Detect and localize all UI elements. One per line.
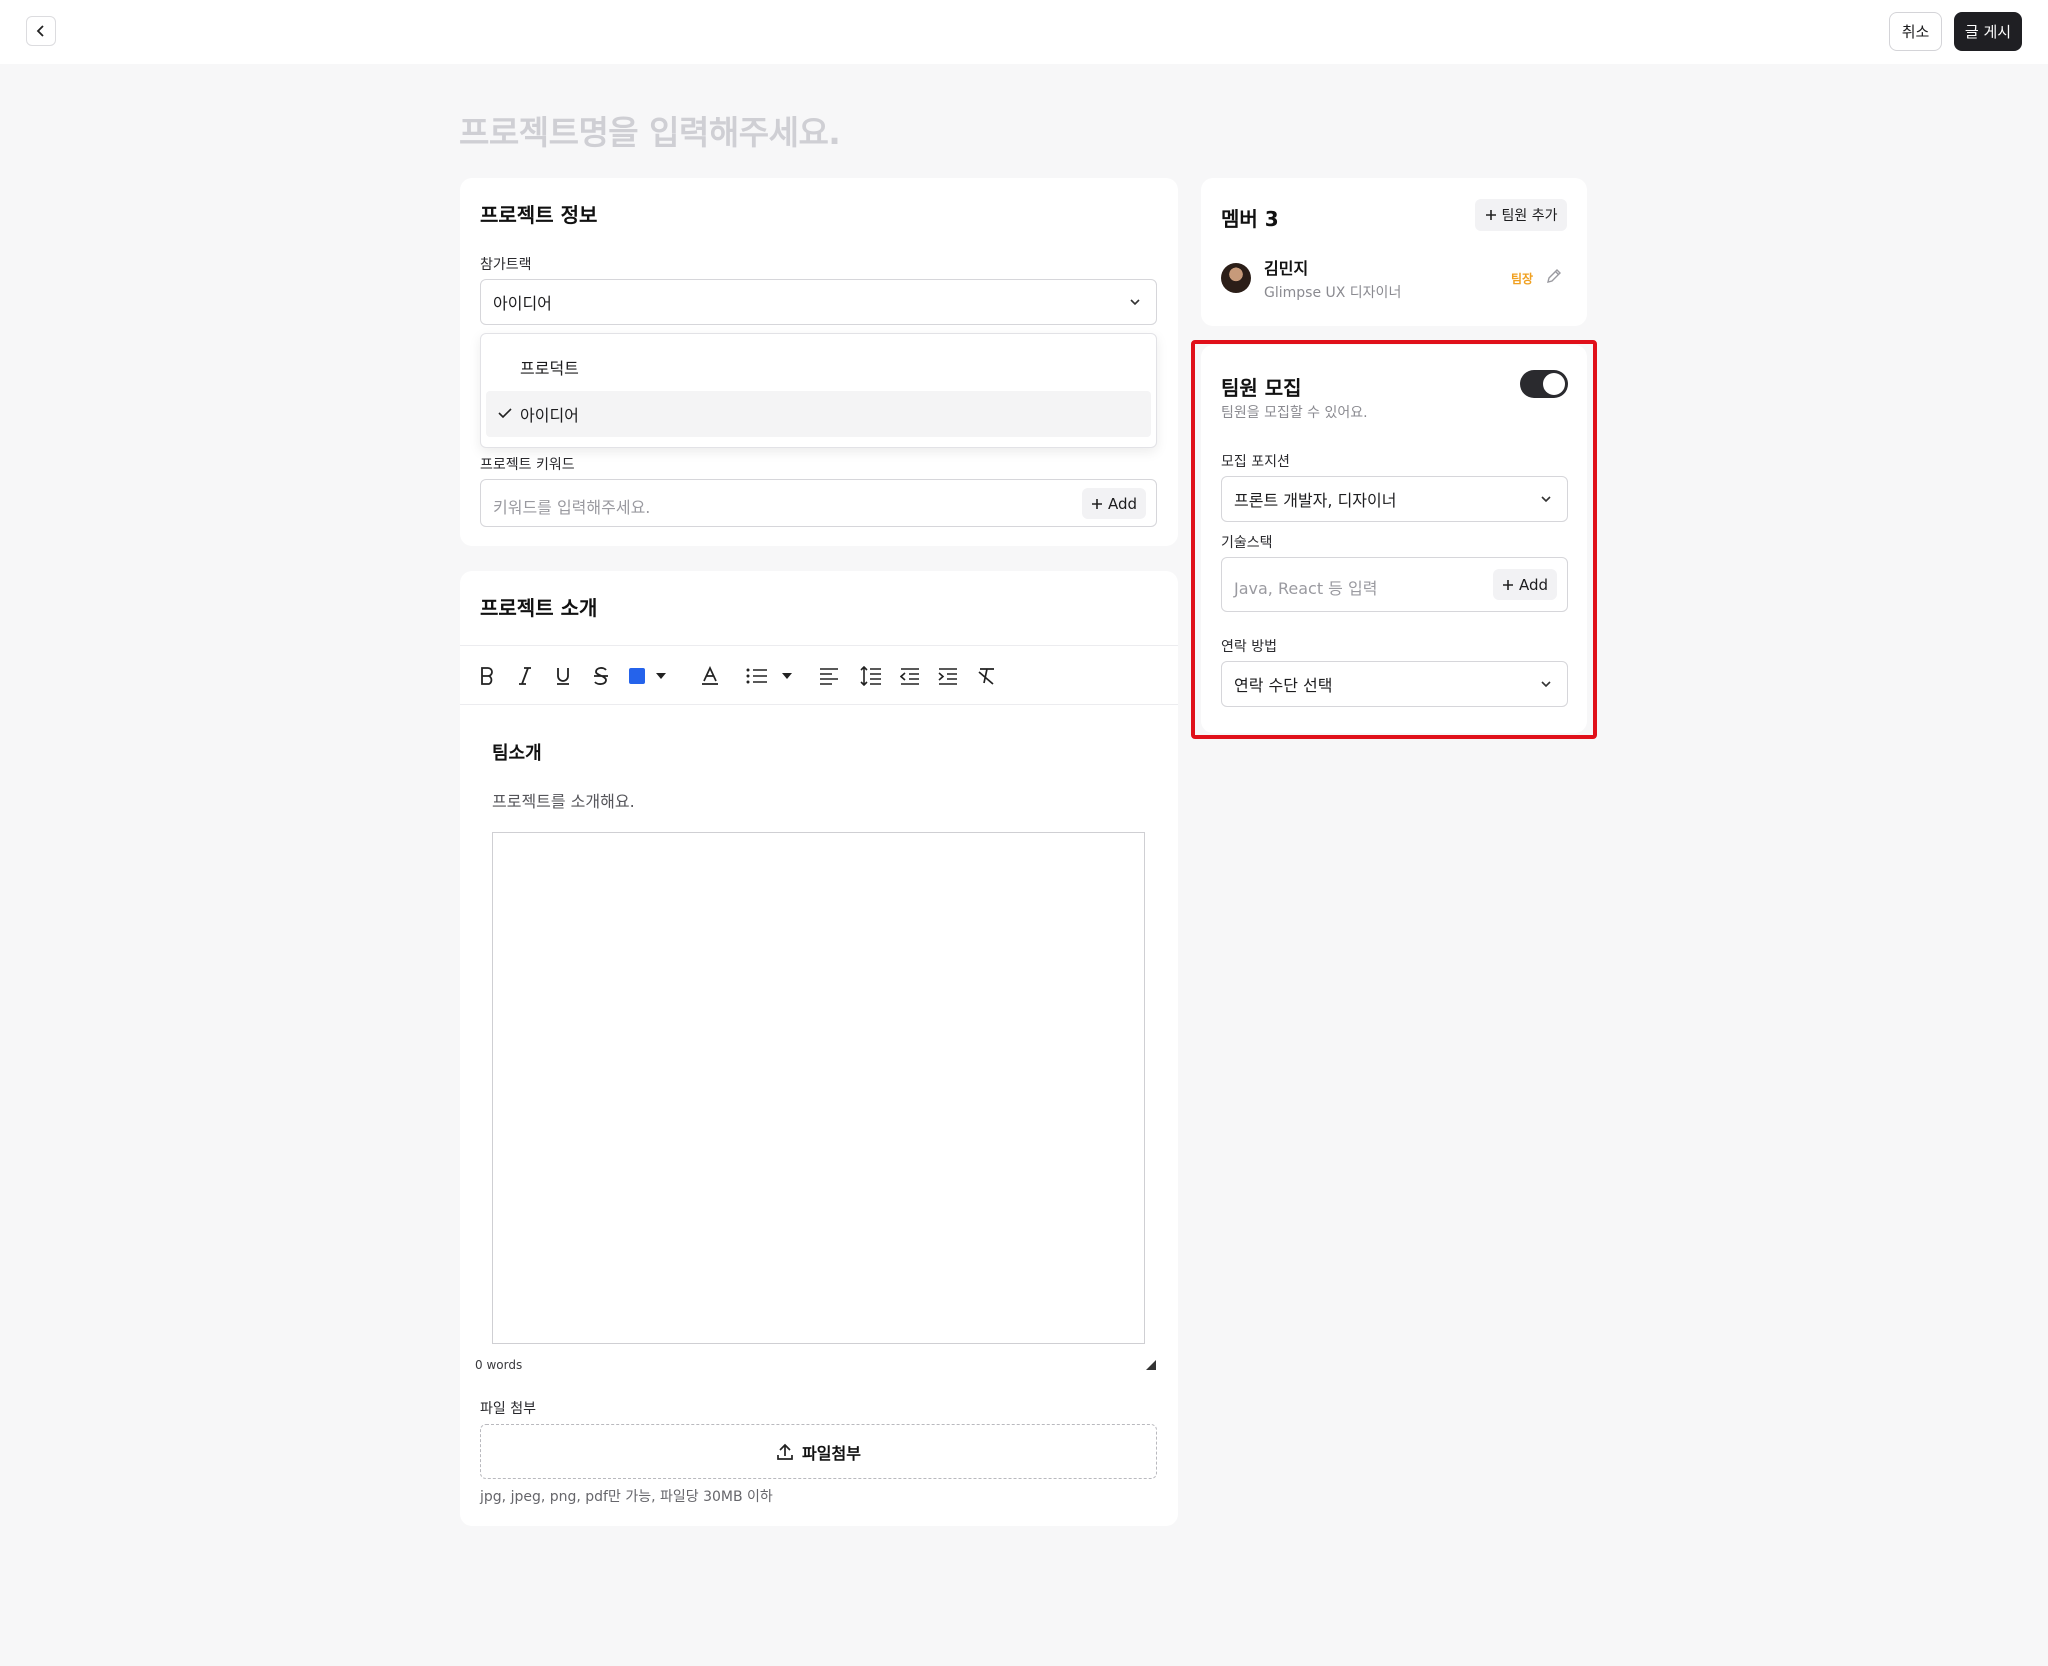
clear-format-button[interactable] [974, 663, 1000, 689]
outdent-button[interactable] [897, 663, 923, 689]
color-swatch-icon [629, 668, 645, 684]
members-title: 멤버 3 [1221, 207, 1279, 231]
italic-button[interactable] [512, 663, 538, 689]
editor-content-area[interactable] [492, 832, 1145, 1344]
align-button[interactable] [816, 663, 842, 689]
strikethrough-icon [594, 667, 608, 685]
edit-member-button[interactable] [1546, 268, 1562, 288]
bold-button[interactable] [474, 663, 500, 689]
keyword-add-button[interactable]: Add [1081, 488, 1146, 519]
file-attach-note: jpg, jpeg, png, pdf만 가능, 파일당 30MB 이하 [480, 1489, 773, 1505]
track-option-label: 아이디어 [520, 406, 579, 425]
word-count: 0 words [475, 1358, 523, 1372]
line-height-button[interactable] [858, 663, 884, 689]
editor-text: 프로젝트를 소개해요. [492, 792, 635, 811]
track-dropdown-menu: 프로덕트 아이디어 [480, 333, 1157, 448]
bullet-list-button[interactable] [744, 663, 770, 689]
align-left-icon [820, 668, 838, 685]
post-button[interactable]: 글 게시 [1954, 12, 2022, 51]
project-title-input[interactable]: 프로젝트명을 입력해주세요. [459, 106, 841, 154]
bullet-list-icon [746, 668, 767, 684]
cancel-button[interactable]: 취소 [1889, 12, 1942, 51]
editor-heading: 팀소개 [492, 743, 542, 764]
caret-down-icon [656, 673, 666, 679]
member-role: Glimpse UX 디자이너 [1264, 285, 1402, 301]
plus-icon [1485, 210, 1496, 220]
indent-icon [938, 668, 957, 685]
file-attach-button[interactable]: 파일첨부 [480, 1424, 1157, 1479]
keyword-input[interactable]: 키워드를 입력해주세요. Add [480, 479, 1157, 527]
track-option-idea[interactable]: 아이디어 [486, 391, 1151, 437]
font-color-icon [702, 666, 718, 685]
list-dropdown[interactable] [774, 663, 800, 689]
caret-down-icon [782, 673, 792, 679]
line-height-icon [860, 666, 881, 686]
upload-icon [777, 1443, 793, 1460]
pencil-icon [1547, 269, 1561, 283]
indent-button[interactable] [935, 663, 961, 689]
italic-icon [519, 667, 531, 685]
file-attach-label: 파일 첨부 [480, 1401, 536, 1417]
font-color-button[interactable] [697, 663, 723, 689]
project-info-title: 프로젝트 정보 [480, 203, 598, 227]
project-intro-title: 프로젝트 소개 [480, 596, 598, 620]
editor-toolbar [460, 645, 1178, 705]
chevron-down-icon [1130, 299, 1140, 306]
resize-handle[interactable] [1146, 1360, 1156, 1370]
track-select[interactable]: 아이디어 [480, 279, 1157, 325]
outdent-icon [900, 668, 919, 685]
underline-button[interactable] [550, 663, 576, 689]
top-bar: 취소 글 게시 [0, 0, 2048, 64]
keyword-add-label: Add [1107, 494, 1137, 513]
add-member-label: 팀원 추가 [1501, 208, 1558, 224]
check-icon [498, 408, 512, 419]
track-label: 참가트랙 [480, 257, 532, 273]
bold-icon [481, 667, 493, 685]
clear-format-icon [978, 668, 994, 685]
avatar [1221, 263, 1251, 293]
chevron-left-icon [36, 25, 44, 37]
track-option-label: 프로덕트 [520, 359, 579, 378]
track-option-product[interactable]: 프로덕트 [486, 344, 1151, 390]
plus-icon [1091, 498, 1102, 509]
highlight-box [1191, 340, 1597, 739]
text-color-dropdown[interactable] [648, 663, 674, 689]
keyword-label: 프로젝트 키워드 [480, 457, 575, 473]
add-member-button[interactable]: 팀원 추가 [1475, 199, 1567, 231]
back-button[interactable] [26, 16, 56, 46]
track-select-value: 아이디어 [493, 294, 552, 313]
text-color-button[interactable] [624, 663, 650, 689]
file-attach-text: 파일첨부 [802, 1443, 861, 1463]
underline-icon [557, 668, 569, 685]
member-name: 김민지 [1264, 259, 1309, 278]
leader-badge: 팀장 [1511, 272, 1534, 286]
strikethrough-button[interactable] [588, 663, 614, 689]
keyword-placeholder: 키워드를 입력해주세요. [493, 498, 651, 517]
